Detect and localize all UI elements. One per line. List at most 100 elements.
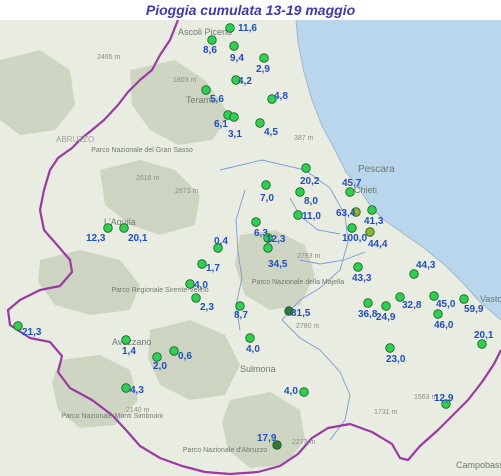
station-dot xyxy=(119,223,129,233)
station-value: 20,1 xyxy=(474,330,494,341)
station-dot xyxy=(197,259,207,269)
station-value: 12,3 xyxy=(86,233,106,244)
station-value: 4,0 xyxy=(246,344,260,355)
station-value: 12,3 xyxy=(266,234,286,245)
map-title: Pioggia cumulata 13-19 maggio xyxy=(145,2,356,18)
station-value: 11,6 xyxy=(238,23,257,34)
station-dot xyxy=(381,301,391,311)
station-dot xyxy=(365,227,375,237)
station-dot xyxy=(255,118,265,128)
station-dot xyxy=(353,262,363,272)
place-label: Parco Nazionale della Majella xyxy=(252,279,344,286)
station-value: 46,0 xyxy=(434,320,454,331)
station-value: 100,0 xyxy=(342,233,367,244)
elevation-label: 2793 m xyxy=(297,253,321,260)
station-marker: 11,6 xyxy=(225,23,257,34)
place-label: ABRUZZO xyxy=(56,135,94,144)
station-dot xyxy=(191,293,201,303)
station-dot xyxy=(367,205,377,215)
station-dot xyxy=(433,309,443,319)
station-value: 45,0 xyxy=(436,299,456,310)
elevation-label: 2140 m xyxy=(126,407,150,414)
station-dot xyxy=(235,301,245,311)
station-dot xyxy=(263,243,273,253)
place-label: Sulmona xyxy=(240,364,276,374)
elevation-label: 1803 m xyxy=(173,77,197,84)
station-dot xyxy=(251,217,261,227)
station-dot xyxy=(121,335,131,345)
station-dot xyxy=(245,333,255,343)
station-value: 2,3 xyxy=(200,302,214,313)
station-dot xyxy=(301,163,311,173)
station-value: 9,4 xyxy=(230,53,244,64)
station-marker: 4,0 xyxy=(284,386,309,397)
station-value: 24,9 xyxy=(376,312,396,323)
place-label: Parco Nazionale Monti Simbruini xyxy=(61,413,163,420)
station-value: 0,4 xyxy=(214,236,228,247)
station-value: 11,0 xyxy=(302,211,321,222)
place-label: Parco Nazionale del Gran Sasso xyxy=(91,147,193,154)
place-label: Parco Nazionale d'Abruzzo xyxy=(183,447,267,454)
station-value: 41,3 xyxy=(364,216,384,227)
station-value: 44,4 xyxy=(368,239,388,250)
station-value: 4,3 xyxy=(130,385,144,396)
station-value: 2,9 xyxy=(256,64,270,75)
station-value: 20,1 xyxy=(128,233,148,244)
station-value: 8,6 xyxy=(203,45,217,56)
station-dot xyxy=(201,85,211,95)
station-value: 2,0 xyxy=(153,361,167,372)
station-dot xyxy=(299,387,309,397)
elevation-label: 2873 m xyxy=(175,188,199,195)
station-value: 20,2 xyxy=(300,176,320,187)
station-value: 34,5 xyxy=(268,259,288,270)
station-value: 43,3 xyxy=(352,273,372,284)
station-value: 4,8 xyxy=(274,91,288,102)
station-dot xyxy=(207,35,217,45)
station-dot xyxy=(229,112,239,122)
elevation-label: 2273 m xyxy=(292,439,316,446)
station-dot xyxy=(169,346,179,356)
station-value: 7,0 xyxy=(260,193,274,204)
station-value: 8,0 xyxy=(304,196,318,207)
elevation-label: 2780 m xyxy=(296,323,320,330)
station-value: 6,1 xyxy=(214,119,228,130)
station-dot xyxy=(103,223,113,233)
station-value: 5,6 xyxy=(210,94,224,105)
station-dot xyxy=(293,210,303,220)
place-label: Vasto xyxy=(480,294,501,304)
place-label: Campobasso xyxy=(456,460,501,470)
elevation-label: 1731 m xyxy=(374,409,398,416)
station-value: 12,9 xyxy=(434,393,454,404)
elevation-label: 2465 m xyxy=(97,54,121,61)
station-value: 44,3 xyxy=(416,260,436,271)
station-value: 59,9 xyxy=(464,304,484,315)
station-dot xyxy=(121,383,131,393)
station-value: 3,1 xyxy=(228,129,242,140)
station-dot xyxy=(295,187,305,197)
station-dot xyxy=(459,294,469,304)
station-dot xyxy=(229,41,239,51)
station-dot xyxy=(347,223,357,233)
station-dot xyxy=(385,343,395,353)
station-value: 23,0 xyxy=(386,354,406,365)
station-value: 1,7 xyxy=(206,263,220,274)
station-dot xyxy=(363,298,373,308)
station-value: 63,4 xyxy=(336,208,356,219)
station-value: 36,8 xyxy=(358,309,378,320)
station-value: 21,3 xyxy=(22,327,42,338)
station-dot xyxy=(13,321,23,331)
station-value: 4,0 xyxy=(194,280,208,291)
station-value: 4,5 xyxy=(264,127,278,138)
station-dot xyxy=(152,352,162,362)
rainfall-map: Ascoli PicenoTeramoPescaraChietiL'Aquila… xyxy=(0,20,501,476)
station-dot xyxy=(261,180,271,190)
station-dot xyxy=(225,23,235,33)
place-label: Pescara xyxy=(358,164,395,175)
station-value: 0,6 xyxy=(178,351,192,362)
elevation-label: 387 m xyxy=(294,135,314,142)
elevation-label: 2616 m xyxy=(136,175,160,182)
map-frame: Pioggia cumulata 13-19 maggio Ascoli Pic… xyxy=(0,0,501,476)
station-value: 4,2 xyxy=(238,76,252,87)
station-value: 8,7 xyxy=(234,310,248,321)
station-value: 31,5 xyxy=(291,308,311,319)
